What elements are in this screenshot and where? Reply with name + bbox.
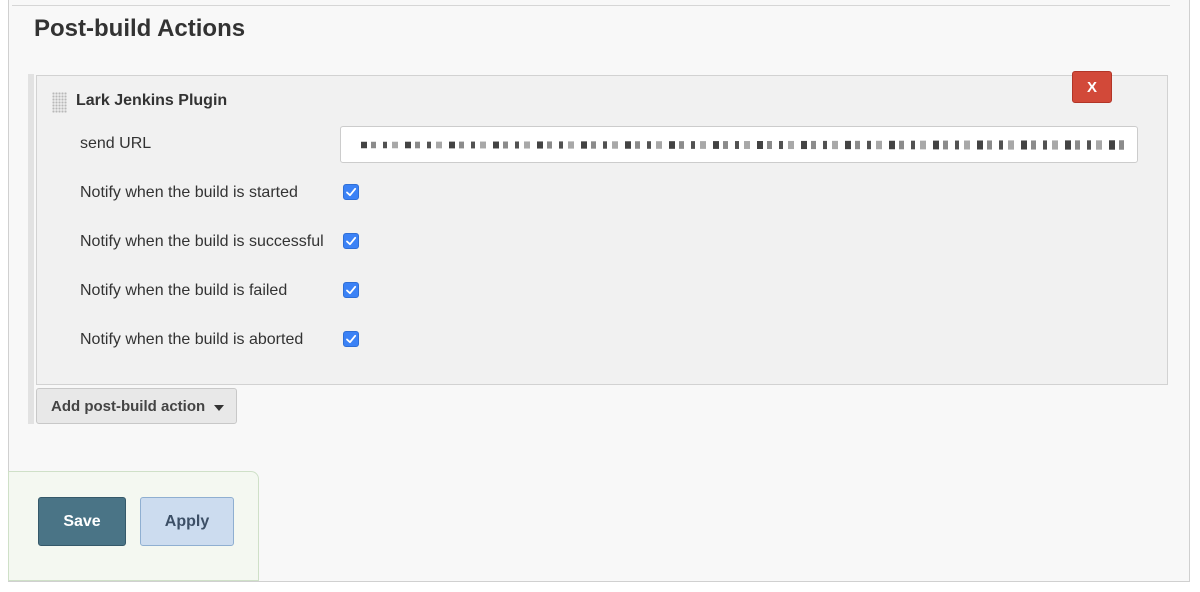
plugin-title: Lark Jenkins Plugin xyxy=(76,92,228,109)
check-icon xyxy=(346,285,357,295)
add-post-build-action-label: Add post-build action xyxy=(51,397,206,415)
notify-failed-checkbox[interactable] xyxy=(343,282,359,298)
apply-button[interactable]: Apply xyxy=(140,497,234,546)
send-url-input[interactable] xyxy=(340,126,1138,163)
notify-started-checkbox[interactable] xyxy=(343,184,359,200)
delete-button[interactable]: X xyxy=(1072,71,1112,103)
notify-failed-label: Notify when the build is failed xyxy=(80,282,288,299)
redacted-url-value xyxy=(361,140,1131,150)
notify-aborted-label: Notify when the build is aborted xyxy=(80,331,304,348)
notify-aborted-checkbox[interactable] xyxy=(343,331,359,347)
check-icon xyxy=(346,187,357,197)
drag-handle-icon[interactable] xyxy=(52,92,67,113)
notify-successful-checkbox[interactable] xyxy=(343,233,359,249)
check-icon xyxy=(346,236,357,246)
page: Post-build Actions Lark Jenkins Plugin X… xyxy=(0,0,1200,592)
send-url-label: send URL xyxy=(80,135,152,152)
check-icon xyxy=(346,334,357,344)
drag-rail xyxy=(28,74,34,424)
save-button[interactable]: Save xyxy=(38,497,126,546)
notify-started-label: Notify when the build is started xyxy=(80,184,298,201)
add-post-build-action-button[interactable]: Add post-build action xyxy=(36,388,237,424)
divider xyxy=(12,5,1170,6)
caret-down-icon xyxy=(214,405,224,411)
section-title: Post-build Actions xyxy=(34,15,246,42)
notify-successful-label: Notify when the build is successful xyxy=(80,233,324,250)
